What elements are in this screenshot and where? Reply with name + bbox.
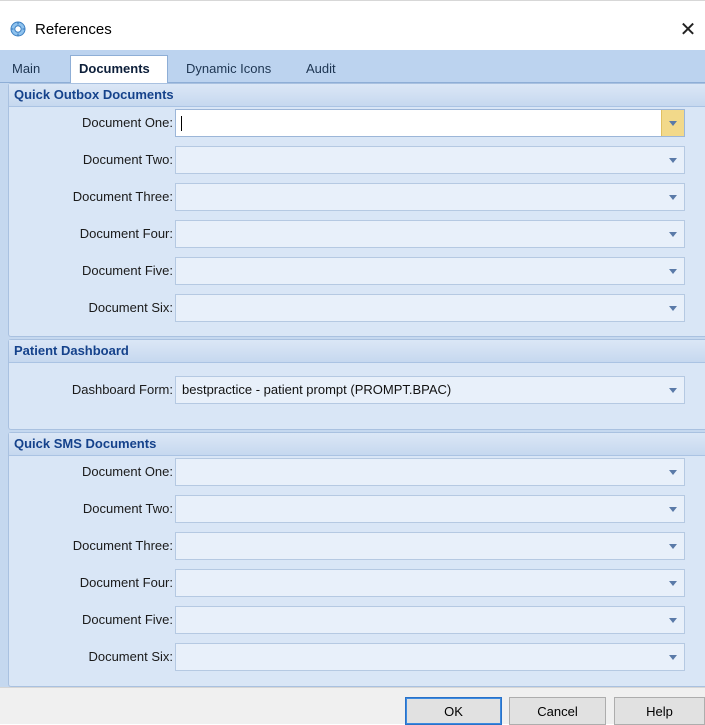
tab-documents[interactable]: Documents [70,55,168,83]
outbox-document-one-row: Document One: [9,109,705,139]
button-label: Help [646,703,673,719]
tab-dynamic-icons[interactable]: Dynamic Icons [178,58,279,82]
field-label: Document Six: [88,649,173,664]
tab-label: Dynamic Icons [186,61,272,76]
field-label: Document Six: [88,300,173,315]
close-icon: ✕ [679,17,697,41]
cancel-button[interactable]: Cancel [509,697,606,725]
text-caret [181,116,182,131]
tab-audit[interactable]: Audit [298,58,344,82]
field-label: Document Two: [82,152,173,167]
close-button[interactable]: ✕ [671,13,705,45]
help-button[interactable]: Help [614,697,705,725]
window-title: References [35,21,112,38]
ok-button[interactable]: OK [405,697,502,725]
field-label: Document Five: [81,612,173,627]
section-title: Patient Dashboard [14,343,129,358]
combo-value: bestpractice - patient prompt (PROMPT.BP… [182,382,452,397]
field-label: Document Five: [81,263,173,278]
sms-document-four-row: Document Four: [9,569,705,599]
section-header: Patient Dashboard [9,340,705,363]
sms-document-three-row: Document Three: [9,532,705,562]
sms-document-three-combo[interactable] [175,532,685,560]
tab-label: Documents [79,61,150,76]
sms-document-two-combo[interactable] [175,495,685,523]
chevron-down-icon[interactable] [662,459,684,485]
section-header: Quick Outbox Documents [9,84,705,107]
outbox-document-two-combo[interactable] [175,146,685,174]
tab-label: Main [12,61,41,76]
sms-document-one-row: Document One: [9,458,705,488]
chevron-down-icon[interactable] [662,184,684,210]
dialog-footer: OK Cancel Help [0,687,705,725]
sms-document-six-combo[interactable] [175,643,685,671]
section-title: Quick SMS Documents [14,436,157,451]
field-label: Dashboard Form: [71,382,173,397]
tab-bar: Main Documents Dynamic Icons Audit [0,50,705,83]
field-label: Document Three: [72,189,173,204]
field-label: Document Two: [82,501,173,516]
outbox-document-three-combo[interactable] [175,183,685,211]
dashboard-form-combo[interactable]: bestpractice - patient prompt (PROMPT.BP… [175,376,685,404]
chevron-down-icon[interactable] [662,295,684,321]
button-label: Cancel [537,703,578,719]
quick-sms-section: Quick SMS Documents Document One: Docume… [8,432,705,687]
field-label: Document One: [81,464,173,479]
patient-dashboard-section: Patient Dashboard Dashboard Form: bestpr… [8,339,705,430]
outbox-document-three-row: Document Three: [9,183,705,213]
sms-document-five-combo[interactable] [175,606,685,634]
chevron-down-icon[interactable] [662,258,684,284]
sms-document-four-combo[interactable] [175,569,685,597]
documents-panel: Quick Outbox Documents Document One: Doc… [0,83,705,687]
tab-label: Audit [306,61,336,76]
chevron-down-icon[interactable] [662,221,684,247]
chevron-down-icon[interactable] [662,147,684,173]
outbox-document-four-combo[interactable] [175,220,685,248]
section-title: Quick Outbox Documents [14,87,174,102]
chevron-down-icon[interactable] [662,496,684,522]
outbox-document-six-combo[interactable] [175,294,685,322]
field-label: Document Four: [79,226,173,241]
chevron-down-icon[interactable] [661,110,684,136]
quick-outbox-section: Quick Outbox Documents Document One: Doc… [8,83,705,337]
dashboard-form-row: Dashboard Form: bestpractice - patient p… [9,376,705,406]
section-header: Quick SMS Documents [9,433,705,456]
chevron-down-icon[interactable] [662,570,684,596]
sms-document-two-row: Document Two: [9,495,705,525]
outbox-document-one-combo[interactable] [175,109,685,137]
title-bar: References ✕ [0,0,705,50]
chevron-down-icon[interactable] [662,607,684,633]
sms-document-six-row: Document Six: [9,643,705,673]
sms-document-one-combo[interactable] [175,458,685,486]
outbox-document-five-row: Document Five: [9,257,705,287]
outbox-document-six-row: Document Six: [9,294,705,324]
field-label: Document Three: [72,538,173,553]
chevron-down-icon[interactable] [662,533,684,559]
gear-app-icon [10,21,26,37]
field-label: Document One: [81,115,173,130]
outbox-document-five-combo[interactable] [175,257,685,285]
button-label: OK [444,703,463,719]
chevron-down-icon[interactable] [662,377,684,403]
tab-main[interactable]: Main [4,58,48,82]
chevron-down-icon[interactable] [662,644,684,670]
field-label: Document Four: [79,575,173,590]
outbox-document-two-row: Document Two: [9,146,705,176]
outbox-document-four-row: Document Four: [9,220,705,250]
sms-document-five-row: Document Five: [9,606,705,636]
